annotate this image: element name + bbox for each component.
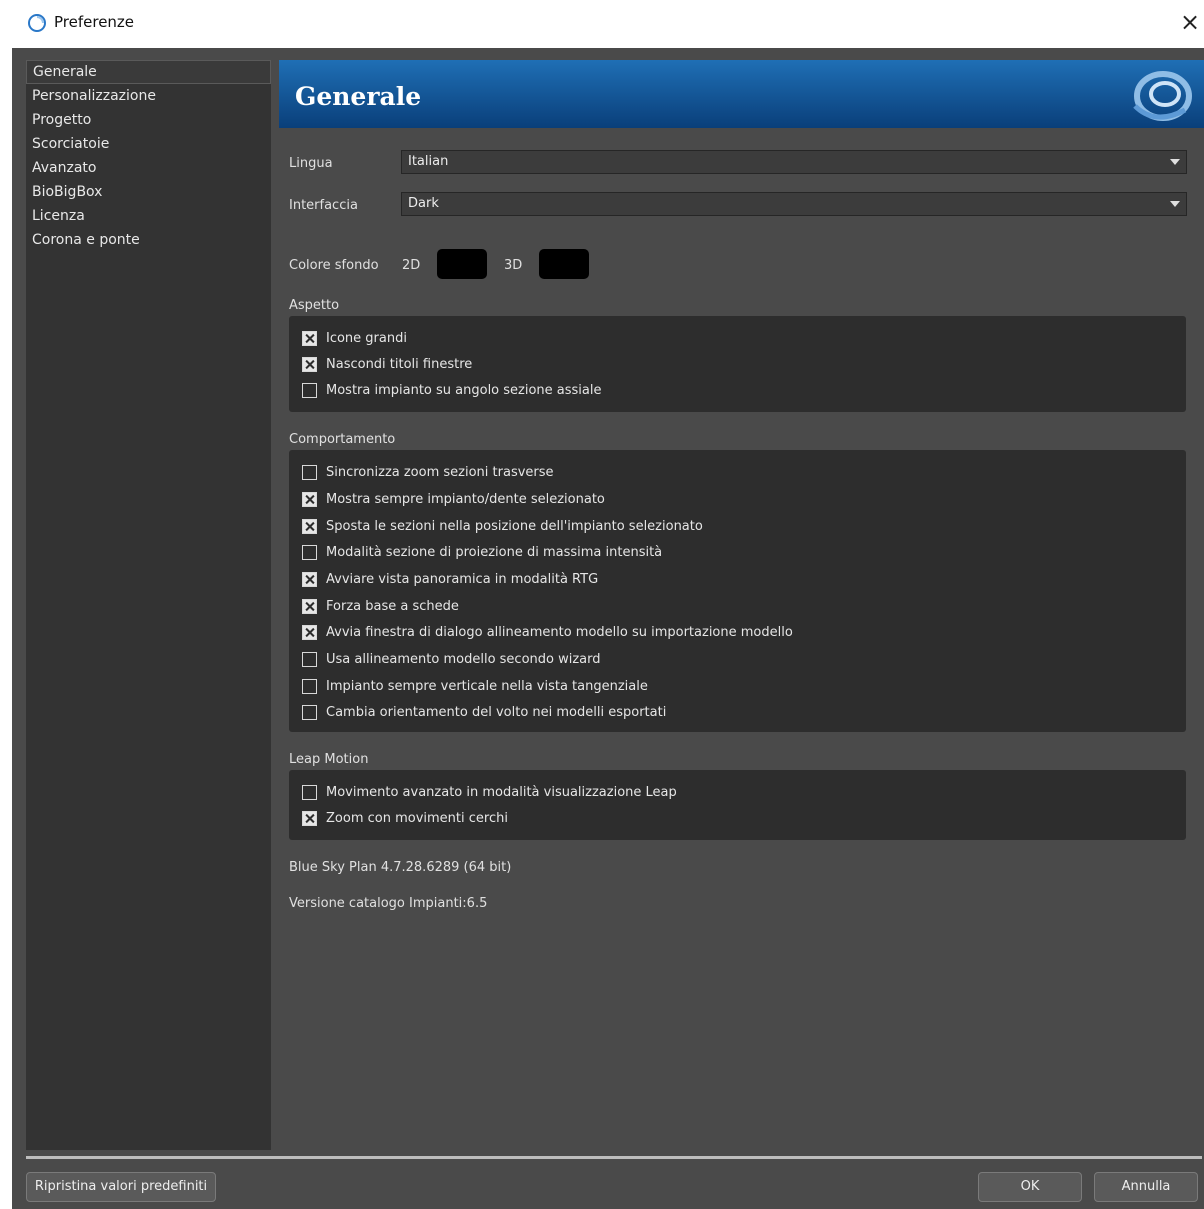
ok-button[interactable]: OK [978, 1172, 1082, 1202]
sidebar-item-biobigbox[interactable]: BioBigBox [26, 180, 271, 204]
checkbox-icon[interactable] [302, 598, 317, 614]
bg-2d-label: 2D [402, 258, 421, 273]
checkbox-icon[interactable] [302, 651, 317, 667]
checkbox-mostra-sempre-impianto[interactable]: Mostra sempre impianto/dente selezionato [302, 489, 605, 509]
chevron-down-icon [1170, 201, 1180, 207]
comportamento-group: Sincronizza zoom sezioni trasverse Mostr… [289, 450, 1186, 732]
page-title: Generale [295, 82, 422, 111]
checkbox-modalita-mip[interactable]: Modalità sezione di proiezione di massim… [302, 542, 662, 562]
checkbox-icon[interactable] [302, 382, 317, 398]
close-icon[interactable]: × [1180, 8, 1200, 36]
checkbox-icon[interactable] [302, 704, 317, 720]
checkbox-icon[interactable] [302, 518, 317, 534]
checkbox-zoom-cerchi[interactable]: Zoom con movimenti cerchi [302, 808, 508, 828]
comportamento-section-title: Comportamento [289, 432, 396, 447]
section-header: Generale [279, 60, 1204, 128]
sidebar-item-progetto[interactable]: Progetto [26, 108, 271, 132]
checkbox-nascondi-titoli[interactable]: Nascondi titoli finestre [302, 354, 472, 374]
checkbox-mostra-impianto-angolo[interactable]: Mostra impianto su angolo sezione assial… [302, 380, 602, 400]
sidebar-item-scorciatoie[interactable]: Scorciatoie [26, 132, 271, 156]
cancel-button[interactable]: Annulla [1094, 1172, 1198, 1202]
interface-select[interactable]: Dark [401, 192, 1187, 216]
sidebar-item-avanzato[interactable]: Avanzato [26, 156, 271, 180]
catalog-version-info: Versione catalogo Impianti:6.5 [289, 896, 488, 911]
checkbox-cambia-orientamento[interactable]: Cambia orientamento del volto nei modell… [302, 702, 666, 722]
swirl-icon [28, 14, 46, 32]
checkbox-icon[interactable] [302, 571, 317, 587]
interface-label: Interfaccia [289, 198, 358, 213]
title-bar: Preferenze × [0, 0, 1204, 48]
checkbox-sposta-sezioni[interactable]: Sposta le sezioni nella posizione dell'i… [302, 516, 703, 536]
checkbox-icon[interactable] [302, 810, 317, 826]
bg-2d-color-swatch[interactable] [437, 249, 487, 279]
checkbox-allineamento-wizard[interactable]: Usa allineamento modello secondo wizard [302, 649, 601, 669]
window-title: Preferenze [54, 13, 135, 31]
checkbox-icon[interactable] [302, 544, 317, 560]
checkbox-impianto-verticale[interactable]: Impianto sempre verticale nella vista ta… [302, 676, 648, 696]
checkbox-icon[interactable] [302, 330, 317, 346]
aspetto-group: Icone grandi Nascondi titoli finestre Mo… [289, 316, 1186, 412]
checkbox-avvia-allineamento[interactable]: Avvia finestra di dialogo allineamento m… [302, 622, 793, 642]
bg-3d-color-swatch[interactable] [539, 249, 589, 279]
sidebar-item-corona-e-ponte[interactable]: Corona e ponte [26, 228, 271, 252]
checkbox-icon[interactable] [302, 491, 317, 507]
reset-defaults-button[interactable]: Ripristina valori predefiniti [26, 1172, 216, 1202]
checkbox-icon[interactable] [302, 624, 317, 640]
checkbox-movimento-avanzato-leap[interactable]: Movimento avanzato in modalità visualizz… [302, 782, 677, 802]
checkbox-sincronizza-zoom[interactable]: Sincronizza zoom sezioni trasverse [302, 462, 554, 482]
checkbox-forza-base-schede[interactable]: Forza base a schede [302, 596, 459, 616]
checkbox-icon[interactable] [302, 784, 317, 800]
content-panel: Generale Lingua Italian Interfaccia Dark… [279, 60, 1204, 1150]
swirl-logo-icon [1133, 71, 1192, 121]
checkbox-icon[interactable] [302, 464, 317, 480]
language-select[interactable]: Italian [401, 150, 1187, 174]
checkbox-icone-grandi[interactable]: Icone grandi [302, 328, 407, 348]
checkbox-icon[interactable] [302, 678, 317, 694]
sidebar: Generale Personalizzazione Progetto Scor… [26, 60, 271, 1150]
preferences-dialog: Generale Personalizzazione Progetto Scor… [12, 48, 1204, 1209]
checkbox-icon[interactable] [302, 356, 317, 372]
leap-motion-section-title: Leap Motion [289, 752, 369, 767]
bg-3d-label: 3D [504, 258, 523, 273]
sidebar-item-generale[interactable]: Generale [26, 60, 271, 84]
language-label: Lingua [289, 156, 333, 171]
checkbox-vista-panoramica-rtg[interactable]: Avviare vista panoramica in modalità RTG [302, 569, 598, 589]
chevron-down-icon [1170, 159, 1180, 165]
interface-value: Dark [408, 196, 439, 211]
leap-motion-group: Movimento avanzato in modalità visualizz… [289, 770, 1186, 840]
language-value: Italian [408, 154, 449, 169]
sidebar-item-personalizzazione[interactable]: Personalizzazione [26, 84, 271, 108]
background-color-label: Colore sfondo [289, 258, 379, 273]
sidebar-item-licenza[interactable]: Licenza [26, 204, 271, 228]
aspetto-section-title: Aspetto [289, 298, 340, 313]
version-info: Blue Sky Plan 4.7.28.6289 (64 bit) [289, 860, 512, 875]
footer-divider [26, 1156, 1202, 1159]
